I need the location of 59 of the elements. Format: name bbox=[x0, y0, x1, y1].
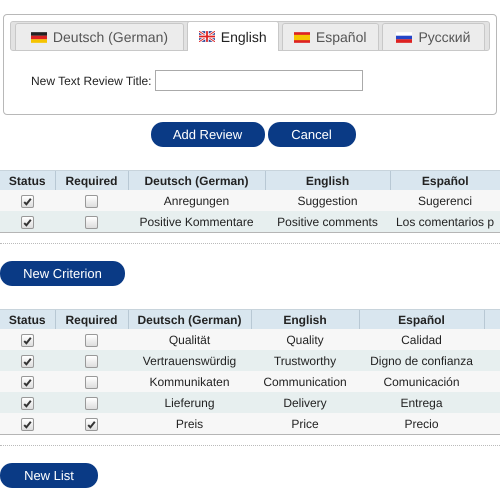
table-cell: Trustworthy bbox=[251, 350, 359, 371]
language-tab[interactable]: Español bbox=[282, 23, 379, 50]
table-cell: Vertrauenswürdig bbox=[128, 350, 251, 371]
table-cell: Sugerenci bbox=[390, 190, 500, 211]
table-cell: Entrega bbox=[359, 392, 484, 413]
table-cell: Precio bbox=[359, 413, 484, 434]
checkbox[interactable] bbox=[21, 418, 34, 431]
checkbox[interactable] bbox=[21, 354, 34, 368]
cancel-button[interactable]: Cancel bbox=[268, 122, 356, 147]
checkbox[interactable] bbox=[85, 376, 98, 389]
flag-icon bbox=[30, 32, 47, 42]
language-tab[interactable]: Русский bbox=[382, 23, 485, 50]
table-cell: Qualität bbox=[128, 329, 251, 350]
checkbox[interactable] bbox=[21, 334, 34, 347]
column-header: Required bbox=[55, 170, 128, 190]
checkbox[interactable] bbox=[21, 194, 34, 208]
table-cell: Los comentarios p bbox=[390, 211, 500, 232]
column-header: Status bbox=[0, 310, 55, 329]
checkbox[interactable] bbox=[85, 354, 98, 368]
checkbox[interactable] bbox=[85, 396, 98, 410]
column-header: English bbox=[265, 170, 390, 190]
column-header: Deutsch (German) bbox=[128, 170, 265, 190]
column-header: Español bbox=[359, 310, 484, 329]
table-cell: Anregungen bbox=[128, 190, 265, 211]
table-cell: Positive comments bbox=[265, 211, 390, 232]
field-label: New Text Review Title: bbox=[31, 74, 152, 88]
new-criterion-button[interactable]: New Criterion bbox=[0, 261, 125, 286]
column-header: Español bbox=[390, 170, 500, 190]
checkbox[interactable] bbox=[85, 194, 98, 208]
flag-icon bbox=[294, 32, 310, 42]
table-cell: Preis bbox=[128, 413, 251, 434]
column-header: English bbox=[251, 310, 359, 329]
language-tab[interactable]: English bbox=[186, 21, 278, 51]
table-cell: Lieferung bbox=[128, 392, 251, 413]
language-tab[interactable]: Deutsch (German) bbox=[15, 23, 184, 50]
flag-icon bbox=[396, 32, 412, 42]
checkbox[interactable] bbox=[21, 216, 34, 229]
table-cell: Kommunikaten bbox=[128, 371, 251, 392]
column-header: Status bbox=[0, 170, 55, 190]
add-review-button[interactable]: Add Review bbox=[150, 122, 264, 147]
checkbox[interactable] bbox=[85, 418, 98, 431]
table-cell: Quality bbox=[251, 329, 359, 350]
checkbox[interactable] bbox=[21, 396, 34, 410]
table-cell: Delivery bbox=[251, 392, 359, 413]
flag-icon bbox=[198, 31, 215, 42]
table-cell: Calidad bbox=[359, 329, 484, 350]
column-header: Deutsch (German) bbox=[128, 310, 251, 329]
table-cell: Digno de confianza bbox=[359, 350, 484, 371]
new-list-button[interactable]: New List bbox=[0, 463, 98, 488]
table-cell: Positive Kommentare bbox=[128, 211, 265, 232]
table-cell: Suggestion bbox=[265, 190, 390, 211]
table-cell: Communication bbox=[251, 371, 359, 392]
checkbox[interactable] bbox=[85, 216, 98, 229]
table-cell: Price bbox=[251, 413, 359, 434]
column-header: Required bbox=[55, 310, 128, 329]
checkbox[interactable] bbox=[85, 334, 98, 347]
checkbox[interactable] bbox=[21, 376, 34, 389]
table-cell: Comunicación bbox=[359, 371, 484, 392]
title-input-field[interactable] bbox=[154, 70, 362, 91]
